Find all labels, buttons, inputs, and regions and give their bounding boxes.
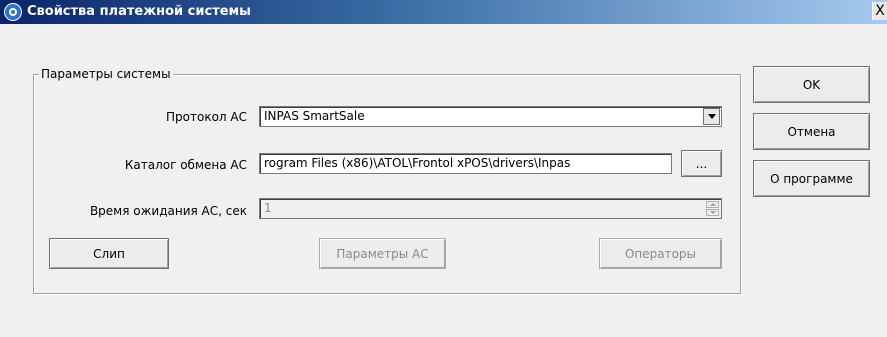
chevron-down-icon[interactable]: [703, 108, 720, 125]
ac-parameters-button[interactable]: Параметры АС: [319, 238, 446, 269]
browse-button[interactable]: ...: [681, 150, 722, 177]
protocol-value: INPAS SmartSale: [264, 109, 365, 123]
title-bar[interactable]: Свойства платежной системы X: [0, 0, 887, 24]
protocol-label: Протокол АС: [166, 110, 247, 124]
timeout-label: Время ожидания АС, сек: [89, 204, 247, 218]
dialog-window: Свойства платежной системы X Параметры с…: [0, 0, 887, 337]
window-title: Свойства платежной системы: [27, 4, 251, 19]
payment-system-icon: [4, 3, 22, 21]
protocol-combobox[interactable]: INPAS SmartSale: [259, 106, 722, 127]
slip-button[interactable]: Слип: [49, 238, 169, 269]
timeout-spinbox[interactable]: 1: [259, 198, 722, 219]
timeout-value: 1: [264, 201, 272, 215]
ok-button[interactable]: OK: [753, 66, 870, 103]
group-legend: Параметры системы: [39, 67, 173, 81]
close-button[interactable]: X: [872, 2, 887, 20]
catalog-path-value: rogram Files (x86)\ATOL\Frontol xPOS\dri…: [264, 156, 571, 170]
about-button[interactable]: О программе: [753, 160, 870, 197]
operators-button[interactable]: Операторы: [599, 238, 722, 269]
cancel-button[interactable]: Отмена: [753, 113, 870, 150]
spin-arrows-icon: [706, 201, 719, 216]
catalog-label: Каталог обмена АС: [124, 158, 247, 172]
catalog-path-field[interactable]: rogram Files (x86)\ATOL\Frontol xPOS\dri…: [259, 153, 672, 174]
